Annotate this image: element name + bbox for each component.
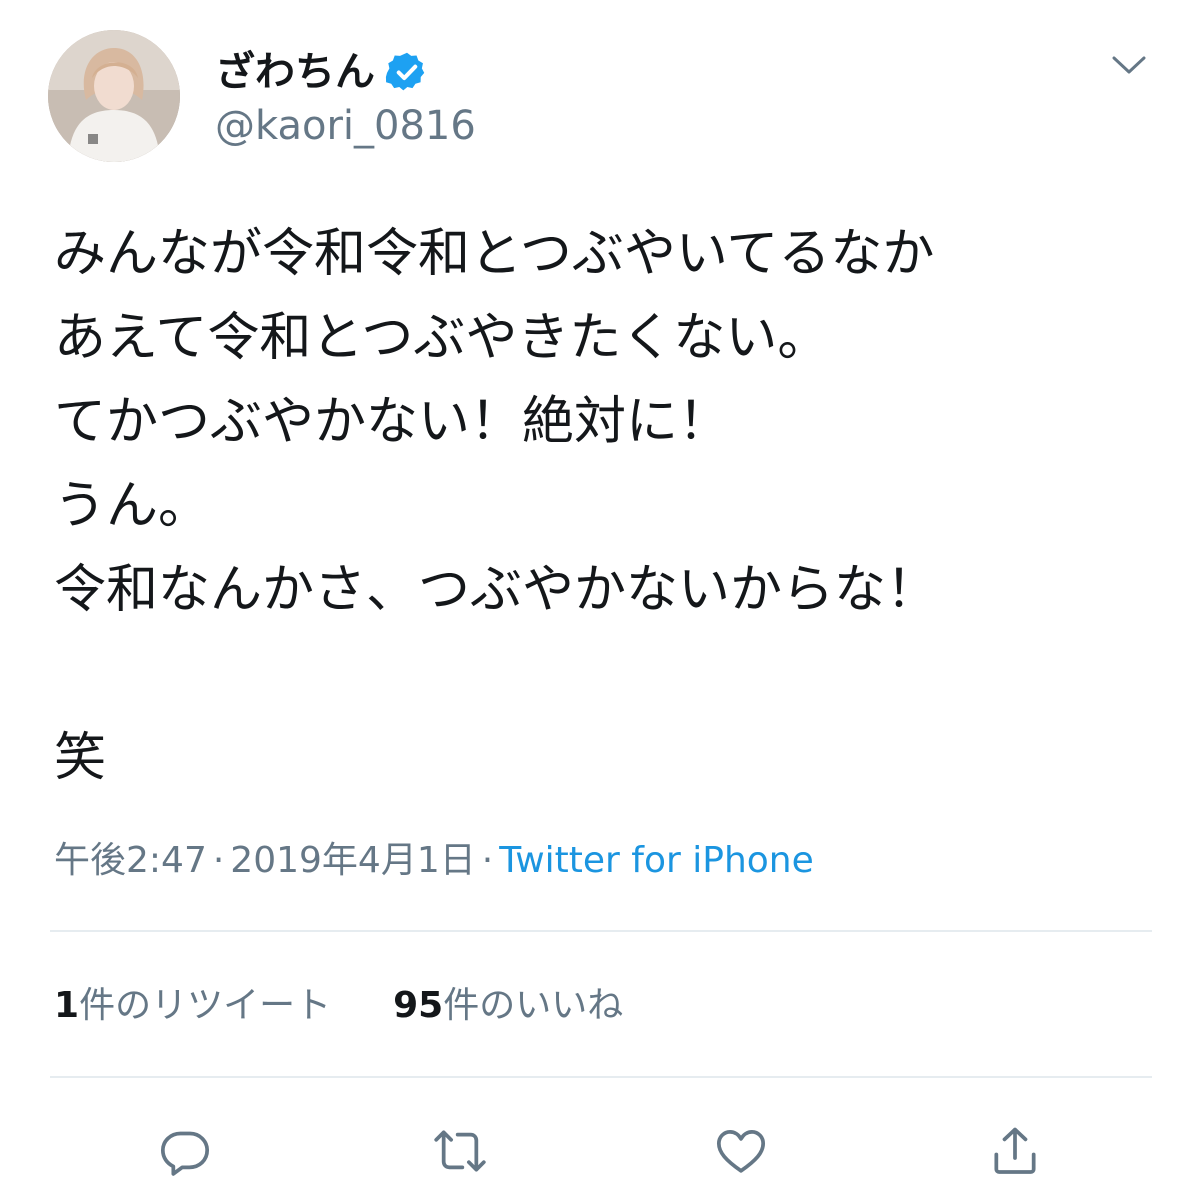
- display-name[interactable]: ざわちん: [215, 44, 375, 100]
- tweet-text: みんなが令和令和とつぶやいてるなか あえて令和とつぶやきたくない。 てかつぶやか…: [54, 224, 939, 788]
- retweet-label: 件のリツイート: [79, 985, 332, 1026]
- retweet-count: 1: [54, 985, 80, 1026]
- tweet-source-link[interactable]: Twitter for iPhone: [499, 840, 814, 881]
- avatar-photo: [48, 30, 180, 162]
- user-handle[interactable]: @kaori_0816: [215, 100, 476, 152]
- tweet-detail: ざわちん @kaori_0816 みんなが令和令和とつぶやいてるなか あえて令和…: [0, 0, 1200, 1200]
- share-icon: [994, 1127, 1036, 1174]
- meta-separator: ·: [481, 840, 494, 881]
- meta-separator: ·: [212, 840, 225, 881]
- verified-badge-icon: [385, 52, 425, 91]
- retweet-icon: [434, 1130, 486, 1172]
- like-button[interactable]: [706, 1116, 776, 1186]
- like-label: 件のいいね: [443, 985, 624, 1026]
- tweet-meta: 午後2:47 · 2019年4月1日 · Twitter for iPhone: [54, 836, 814, 886]
- divider: [50, 930, 1152, 932]
- retweet-stat[interactable]: 1件のリツイート: [54, 980, 331, 1032]
- like-stat[interactable]: 95件のいいね: [393, 980, 623, 1032]
- avatar[interactable]: [48, 30, 180, 162]
- tweet-actions: [0, 1116, 1200, 1186]
- divider: [50, 1076, 1152, 1078]
- like-count: 95: [393, 985, 444, 1026]
- chevron-down-icon[interactable]: [1108, 48, 1150, 82]
- retweet-button[interactable]: [425, 1116, 495, 1186]
- heart-icon: [716, 1130, 766, 1173]
- share-button[interactable]: [980, 1116, 1050, 1186]
- tweet-date[interactable]: 2019年4月1日: [230, 840, 475, 881]
- reply-icon: [160, 1131, 210, 1176]
- tweet-time[interactable]: 午後2:47: [54, 840, 207, 881]
- tweet-stats: 1件のリツイート 95件のいいね: [54, 980, 623, 1032]
- user-name-row[interactable]: ざわちん: [215, 44, 429, 100]
- reply-button[interactable]: [150, 1116, 220, 1186]
